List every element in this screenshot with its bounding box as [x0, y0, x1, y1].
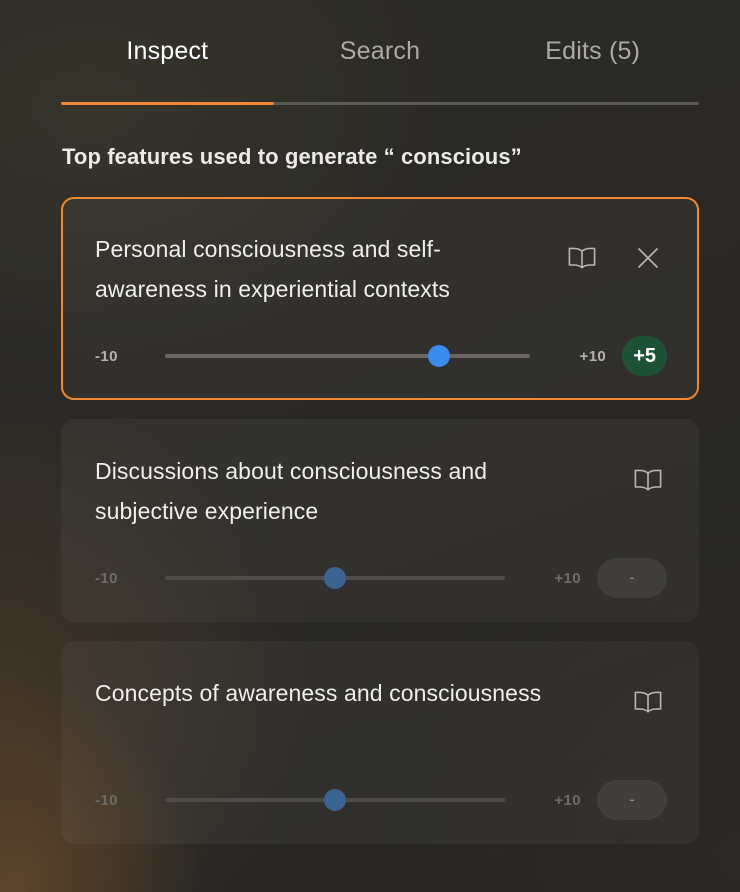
- slider-min-label: -10: [95, 569, 118, 587]
- feature-title: Concepts of awareness and consciousness: [95, 680, 542, 706]
- tab-underline-track: [61, 102, 699, 105]
- page-title: Top features used to generate “ consciou…: [62, 144, 522, 169]
- slider-min-label: -10: [95, 347, 118, 365]
- feature-slider-row: -10 +10-: [95, 558, 667, 598]
- feature-card-header: Discussions about consciousness and subj…: [95, 451, 667, 531]
- tab-list: Inspect Search Edits (5): [61, 34, 699, 86]
- slider-max-label: +10: [579, 347, 607, 365]
- feature-inspector-panel: Inspect Search Edits (5) Top features used…: [0, 0, 740, 892]
- close-icon[interactable]: [633, 243, 663, 273]
- book-icon[interactable]: [633, 687, 663, 717]
- book-icon[interactable]: [633, 465, 663, 495]
- feature-card[interactable]: Personal consciousness and self-awarenes…: [61, 197, 699, 400]
- feature-strength-slider[interactable]: [165, 787, 505, 813]
- slider-min-label: -10: [95, 791, 118, 809]
- feature-value-badge[interactable]: +5: [622, 336, 667, 376]
- tab-underline-active: [61, 102, 274, 105]
- slider-handle[interactable]: [324, 789, 346, 811]
- feature-title: Discussions about consciousness and subj…: [95, 458, 488, 524]
- tab-search[interactable]: Search: [274, 34, 487, 68]
- slider-handle[interactable]: [427, 345, 450, 367]
- feature-card-actions: [567, 243, 667, 273]
- book-icon[interactable]: [567, 243, 597, 273]
- tab-bar: Inspect Search Edits (5): [61, 34, 699, 106]
- feature-slider-row: -10 +10-: [95, 780, 667, 820]
- feature-card-list: Personal consciousness and self-awarenes…: [61, 197, 699, 863]
- feature-card[interactable]: Concepts of awareness and consciousness -…: [61, 641, 699, 844]
- feature-slider-row: -10 +10 +5: [95, 336, 667, 376]
- feature-card-header: Personal consciousness and self-awarenes…: [95, 229, 667, 309]
- tab-edits-5[interactable]: Edits (5): [486, 34, 699, 68]
- slider-max-label: +10: [554, 791, 581, 809]
- feature-card[interactable]: Discussions about consciousness and subj…: [61, 419, 699, 622]
- feature-value-badge[interactable]: -: [597, 558, 667, 598]
- feature-value-badge[interactable]: -: [597, 780, 667, 820]
- feature-card-actions: [633, 465, 667, 495]
- tab-inspect[interactable]: Inspect: [61, 34, 274, 68]
- slider-max-label: +10: [554, 569, 581, 587]
- slider-handle[interactable]: [324, 567, 346, 589]
- feature-title: Personal consciousness and self-awarenes…: [95, 236, 450, 302]
- feature-card-actions: [633, 687, 667, 717]
- feature-strength-slider[interactable]: [165, 343, 531, 369]
- slider-track: [165, 354, 531, 358]
- feature-strength-slider[interactable]: [165, 565, 505, 591]
- feature-card-header: Concepts of awareness and consciousness: [95, 673, 667, 717]
